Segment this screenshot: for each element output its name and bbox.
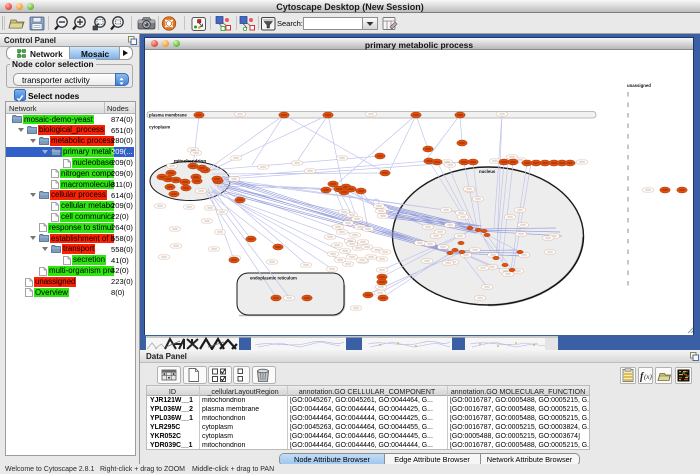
svg-text:nucleus: nucleus — [479, 169, 496, 174]
svg-text:cytoplasm: cytoplasm — [149, 125, 170, 130]
svg-text:(x): (x) — [644, 373, 652, 381]
svg-text:Search:: Search: — [277, 19, 303, 28]
svg-text:endoplasmic reticulum: endoplasmic reticulum — [250, 276, 297, 281]
svg-text:plasma membrane: plasma membrane — [149, 113, 187, 118]
svg-text:unassigned: unassigned — [627, 83, 651, 88]
svg-text:mitochondrion: mitochondrion — [174, 159, 206, 164]
